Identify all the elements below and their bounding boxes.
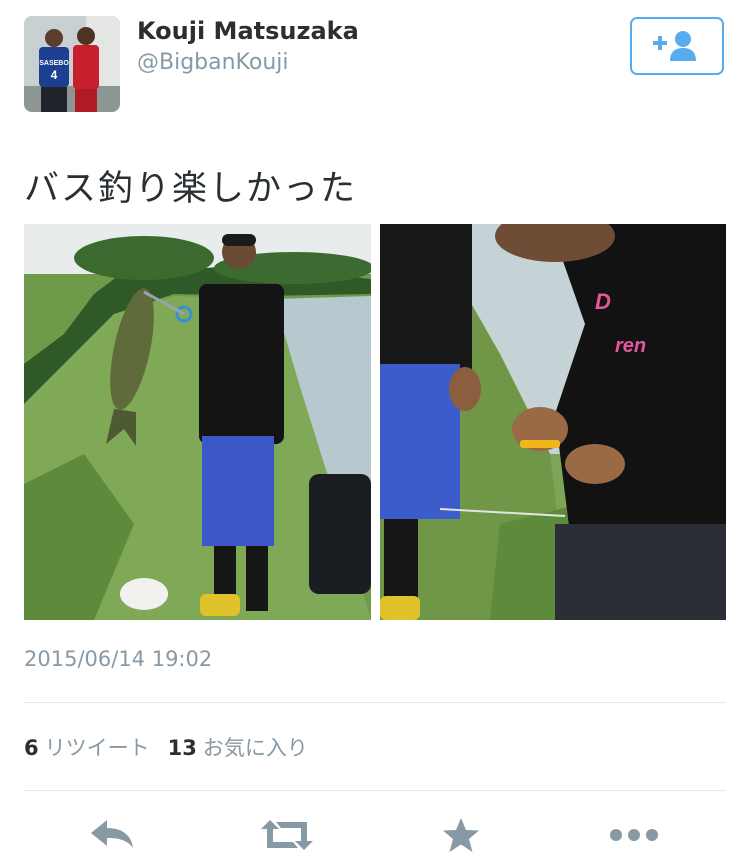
retweet-button[interactable] [255,805,319,865]
retweets-count[interactable]: 6 [24,736,39,760]
photo-fishing-unhooking[interactable]: D ren [380,224,726,620]
star-icon [443,818,479,852]
divider [24,702,726,703]
favorites-label[interactable]: お気に入り [203,736,308,760]
avatar[interactable]: SASEBO 4 [24,16,120,112]
tweet-stats: 6 リツイート 13 お気に入り [24,732,308,762]
reply-icon [91,820,133,848]
retweets-label[interactable]: リツイート [45,736,150,760]
divider [24,790,726,791]
tweet-text: バス釣り楽しかった [24,169,358,209]
follow-user-icon [653,31,696,61]
more-button[interactable] [606,805,662,865]
favorite-button[interactable] [438,805,484,865]
photo-fishing-holding-bass[interactable] [24,224,371,620]
display-name[interactable]: Kouji Matsuzaka [137,17,359,45]
username[interactable]: @BigbanKouji [137,50,289,75]
follow-button[interactable] [630,17,724,75]
tweet-timestamp: 2015/06/14 19:02 [24,647,213,671]
favorites-count[interactable]: 13 [168,736,197,760]
shirt-text-2: ren [615,335,646,357]
more-icon [610,829,658,841]
shirt-text-1: D [595,289,611,314]
reply-button[interactable] [84,805,140,865]
avatar-photo: SASEBO 4 [24,16,120,112]
avatar-jersey-number: 4 [51,68,58,82]
avatar-jersey-text: SASEBO [39,60,69,67]
retweet-icon [261,820,313,850]
